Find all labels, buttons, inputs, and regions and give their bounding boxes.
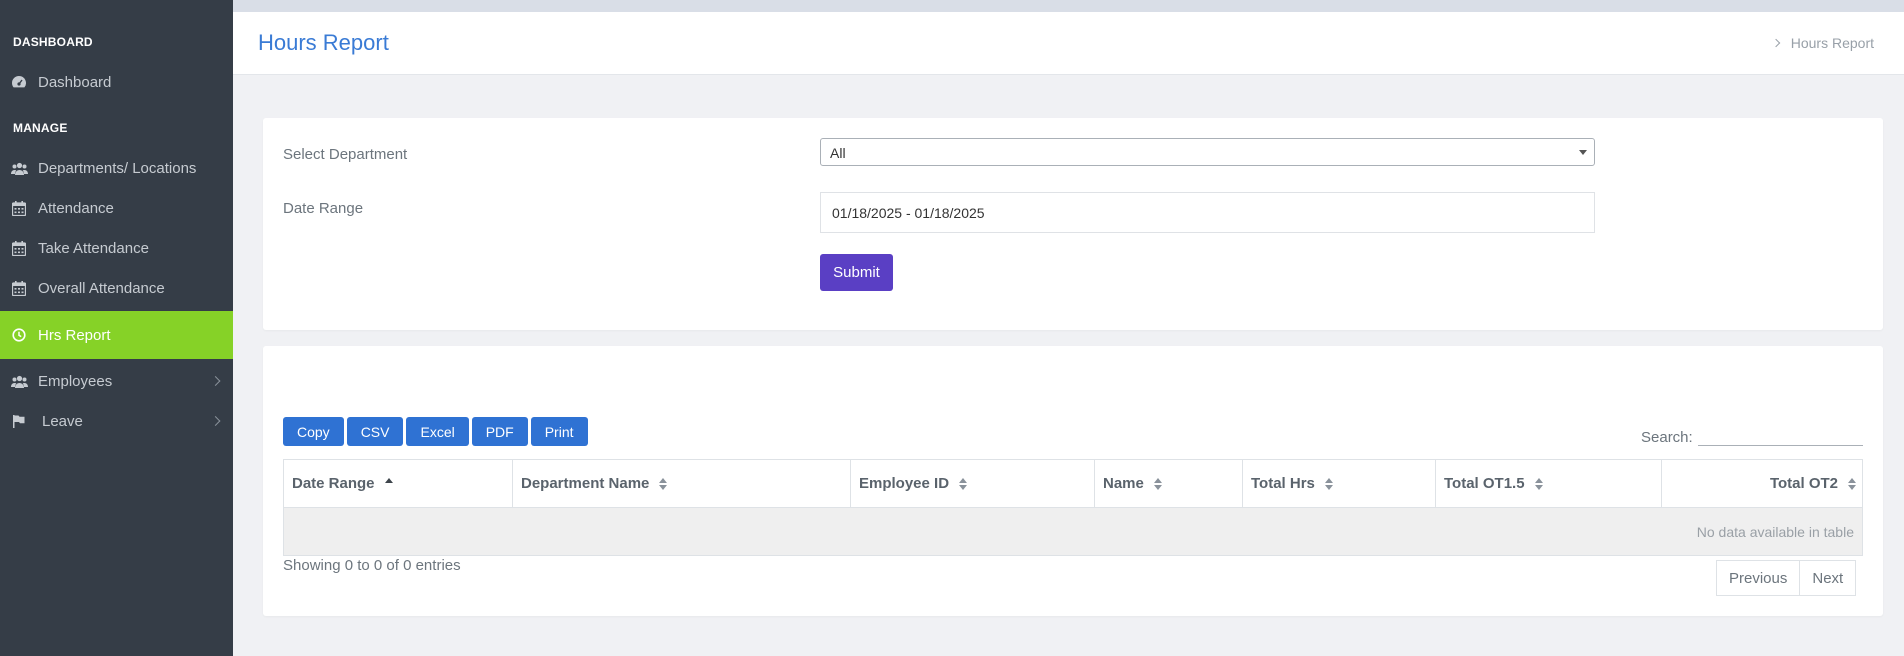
sidebar-item-dashboard[interactable]: Dashboard (0, 62, 233, 102)
sidebar-item-overall-attendance[interactable]: Overall Attendance (0, 268, 233, 308)
calendar-icon (10, 200, 28, 216)
pagination: Previous Next (1716, 560, 1857, 596)
sort-icon (1153, 478, 1162, 491)
caret-down-icon (1579, 150, 1587, 155)
users-icon (10, 160, 28, 176)
sort-icon (659, 478, 668, 491)
column-header-total-ot15[interactable]: Total OT1.5 (1435, 459, 1662, 508)
column-header-date-range[interactable]: Date Range (283, 459, 513, 508)
calendar-icon (10, 280, 28, 296)
sidebar-item-label: Take Attendance (38, 239, 149, 257)
chevron-right-icon (1771, 38, 1780, 48)
page-header: Hours Report Hours Report (233, 12, 1904, 75)
hours-report-table: Date Range Department Name Employee ID N… (283, 459, 1863, 556)
sidebar-item-label: Attendance (38, 199, 114, 217)
sidebar-item-departments[interactable]: Departments/ Locations (0, 148, 233, 188)
sidebar-item-label: Hrs Report (38, 326, 111, 344)
department-select-value: All (830, 145, 846, 161)
filter-card: Select Department All Date Range Submit (263, 118, 1883, 330)
sidebar-item-label: Overall Attendance (38, 279, 165, 297)
sort-icon (1324, 478, 1333, 491)
sidebar-item-label: Employees (38, 372, 113, 390)
sidebar-item-label: Departments/ Locations (38, 159, 197, 177)
excel-button[interactable]: Excel (406, 417, 469, 446)
column-header-name[interactable]: Name (1094, 459, 1243, 508)
sidebar-item-hrs-report[interactable]: Hrs Report (0, 311, 233, 359)
sort-asc-icon (384, 478, 393, 490)
next-page-button[interactable]: Next (1800, 560, 1857, 596)
export-buttons: Copy CSV Excel PDF Print (283, 417, 591, 446)
sidebar-item-take-attendance[interactable]: Take Attendance (0, 228, 233, 268)
flag-icon (10, 413, 28, 429)
print-button[interactable]: Print (530, 417, 588, 446)
top-bar (233, 0, 1904, 12)
sidebar: DASHBOARD Dashboard MANAGE Departments/ … (0, 0, 233, 656)
column-header-total-hrs[interactable]: Total Hrs (1242, 459, 1436, 508)
search-input[interactable] (1698, 424, 1863, 446)
users-icon (10, 373, 28, 389)
sort-icon (959, 478, 968, 491)
pdf-button[interactable]: PDF (471, 417, 528, 446)
column-header-employee-id[interactable]: Employee ID (850, 459, 1095, 508)
sort-icon (1534, 478, 1543, 491)
dashboard-icon (10, 74, 28, 90)
sidebar-item-leave[interactable]: Leave (0, 401, 233, 441)
csv-button[interactable]: CSV (346, 417, 404, 446)
column-header-department-name[interactable]: Department Name (512, 459, 851, 508)
date-range-label: Date Range (283, 200, 364, 217)
table-header-row: Date Range Department Name Employee ID N… (283, 459, 1863, 508)
sidebar-section-dashboard: DASHBOARD (13, 35, 93, 49)
sidebar-item-label: Leave (42, 412, 83, 430)
search-label: Search: (1641, 429, 1693, 446)
sidebar-item-attendance[interactable]: Attendance (0, 188, 233, 228)
report-table-card: Copy CSV Excel PDF Print Search: Date Ra… (263, 346, 1883, 616)
sidebar-item-label: Dashboard (38, 73, 112, 91)
copy-button[interactable]: Copy (283, 417, 344, 446)
calendar-icon (10, 240, 28, 256)
sort-icon (1848, 478, 1856, 490)
breadcrumb: Hours Report (1771, 35, 1874, 51)
breadcrumb-current: Hours Report (1790, 35, 1874, 51)
sidebar-section-manage: MANAGE (13, 121, 68, 135)
empty-table-message: No data available in table (283, 507, 1863, 556)
previous-page-button[interactable]: Previous (1716, 560, 1801, 596)
date-range-input[interactable] (820, 192, 1595, 233)
column-header-total-ot2[interactable]: Total OT2 (1661, 459, 1863, 508)
table-info: Showing 0 to 0 of 0 entries (283, 557, 461, 574)
chevron-right-icon (210, 376, 221, 386)
department-label: Select Department (283, 146, 408, 163)
clock-icon (10, 327, 28, 343)
page-title: Hours Report (258, 30, 389, 55)
submit-button[interactable]: Submit (820, 254, 893, 291)
table-row: No data available in table (283, 507, 1863, 556)
department-select[interactable]: All (820, 138, 1595, 166)
sidebar-item-employees[interactable]: Employees (0, 361, 233, 401)
chevron-right-icon (210, 416, 221, 426)
